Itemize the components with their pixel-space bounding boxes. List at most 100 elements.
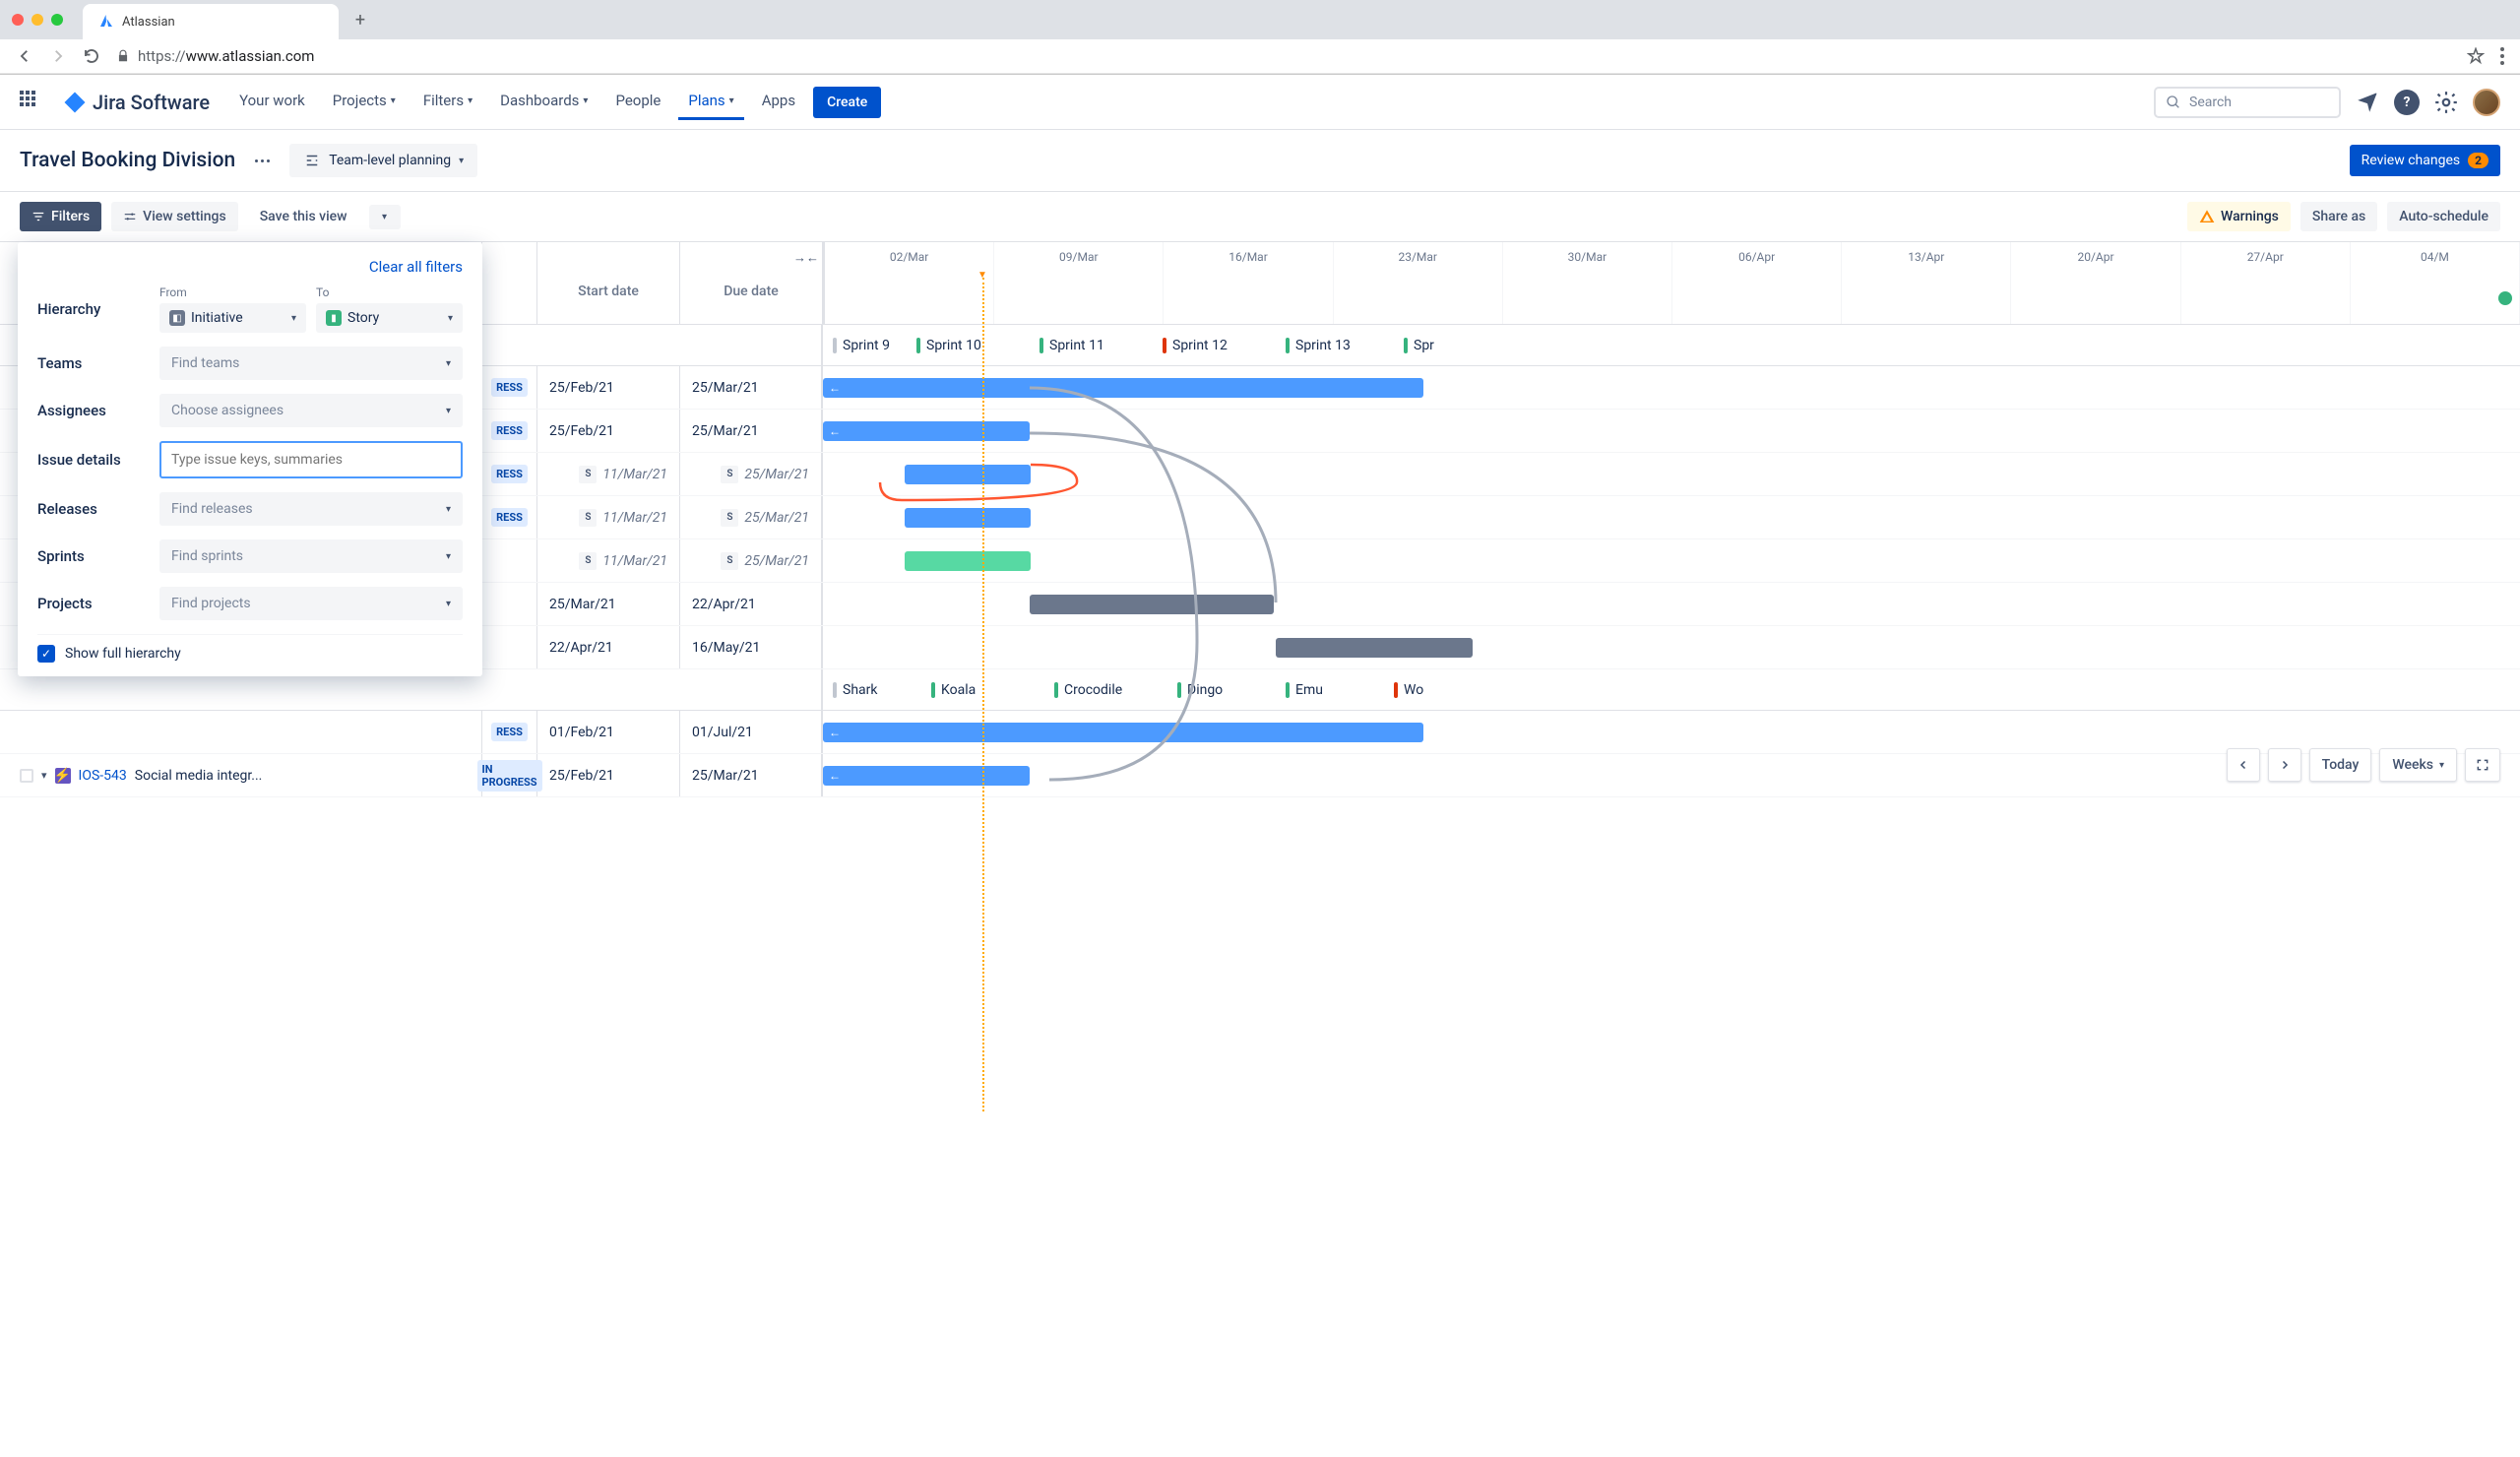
view-settings-button[interactable]: View settings	[111, 202, 238, 231]
minimize-window[interactable]	[32, 14, 43, 26]
reload-button[interactable]	[83, 47, 100, 65]
sprint-chip[interactable]: Spr	[1404, 338, 1434, 353]
show-full-hierarchy-checkbox[interactable]: ✓ Show full hierarchy	[37, 634, 463, 663]
today-button[interactable]: Today	[2309, 748, 2372, 782]
plan-view-selector[interactable]: Team-level planning ▾	[289, 144, 477, 177]
search-input[interactable]: Search	[2154, 87, 2341, 118]
help-icon[interactable]: ?	[2394, 90, 2420, 115]
fullscreen-button[interactable]	[2465, 748, 2500, 782]
nav-plans[interactable]: Plans▾	[678, 84, 743, 120]
sprint-chip[interactable]: Crocodile	[1054, 682, 1122, 698]
save-view-dropdown[interactable]: ▾	[369, 205, 401, 229]
save-view-button[interactable]: Save this view	[248, 202, 359, 231]
status-badge[interactable]: RESS	[491, 723, 528, 741]
collapse-columns-icon[interactable]: →←	[793, 250, 819, 266]
assignees-select[interactable]: Choose assignees▾	[159, 394, 463, 427]
start-date-cell[interactable]: 22/Apr/21	[537, 626, 680, 668]
sprint-chip[interactable]: Sprint 10	[916, 338, 981, 353]
status-badge[interactable]: RESS	[491, 378, 528, 397]
sprint-chip[interactable]: Dingo	[1177, 682, 1223, 698]
start-date-cell[interactable]: 01/Feb/21	[537, 711, 680, 753]
schedule-bar[interactable]: ←	[823, 421, 1030, 441]
sprint-chip[interactable]: Sprint 13	[1286, 338, 1351, 353]
notifications-icon[interactable]	[2355, 90, 2380, 115]
back-button[interactable]	[16, 47, 33, 65]
due-date-cell[interactable]: 25/Mar/21	[680, 410, 823, 452]
due-date-cell[interactable]: 25/Mar/21	[680, 366, 823, 409]
nav-projects[interactable]: Projects▾	[323, 84, 406, 120]
schedule-bar[interactable]	[905, 551, 1031, 571]
create-button[interactable]: Create	[813, 87, 881, 118]
timeline-next-button[interactable]	[2268, 748, 2301, 782]
row-checkbox[interactable]	[20, 769, 33, 783]
release-marker-icon[interactable]	[2498, 291, 2512, 305]
projects-select[interactable]: Find projects▾	[159, 587, 463, 620]
review-changes-button[interactable]: Review changes 2	[2350, 145, 2500, 176]
schedule-bar[interactable]	[905, 465, 1031, 484]
jira-logo[interactable]: Jira Software	[63, 91, 210, 114]
schedule-bar[interactable]	[905, 508, 1031, 528]
sprint-chip[interactable]: Koala	[931, 682, 976, 698]
status-badge[interactable]: RESS	[491, 465, 528, 483]
expand-icon[interactable]: ▾	[41, 769, 47, 782]
plan-actions-menu[interactable]	[251, 156, 274, 166]
browser-tab[interactable]: Atlassian	[83, 4, 339, 39]
due-date-cell[interactable]: 25/Mar/21	[680, 754, 823, 796]
scale-select[interactable]: Weeks▾	[2379, 748, 2457, 782]
forward-button[interactable]	[49, 47, 67, 65]
settings-icon[interactable]	[2433, 90, 2459, 115]
start-date-cell[interactable]: 25/Feb/21	[537, 754, 680, 796]
user-avatar[interactable]	[2473, 89, 2500, 116]
sprint-chip[interactable]: Sprint 12	[1163, 338, 1228, 353]
start-date-cell[interactable]: S11/Mar/21	[537, 539, 680, 582]
browser-menu-icon[interactable]	[2500, 47, 2504, 65]
timeline-prev-button[interactable]	[2227, 748, 2260, 782]
issue-details-input[interactable]	[159, 441, 463, 478]
filters-button[interactable]: Filters	[20, 202, 101, 231]
schedule-bar[interactable]: ←	[823, 723, 1423, 742]
due-date-cell[interactable]: S25/Mar/21	[680, 539, 823, 582]
hierarchy-from-select[interactable]: ◧ Initiative ▾	[159, 303, 306, 333]
nav-filters[interactable]: Filters▾	[413, 84, 482, 120]
hierarchy-to-select[interactable]: ▮ Story ▾	[316, 303, 463, 333]
due-date-cell[interactable]: 01/Jul/21	[680, 711, 823, 753]
app-switcher-icon[interactable]	[20, 91, 43, 114]
address-bar[interactable]: https://www.atlassian.com	[116, 47, 2451, 65]
start-date-cell[interactable]: 25/Feb/21	[537, 366, 680, 409]
due-date-cell[interactable]: 16/May/21	[680, 626, 823, 668]
status-badge[interactable]: RESS	[491, 421, 528, 440]
status-badge[interactable]: IN PROGRESS	[477, 760, 542, 792]
start-date-cell[interactable]: S11/Mar/21	[537, 496, 680, 538]
share-as-button[interactable]: Share as	[2300, 202, 2377, 231]
status-badge[interactable]: RESS	[491, 508, 528, 527]
start-date-cell[interactable]: S11/Mar/21	[537, 453, 680, 495]
start-date-cell[interactable]: 25/Mar/21	[537, 583, 680, 625]
sprints-select[interactable]: Find sprints▾	[159, 539, 463, 573]
nav-dashboards[interactable]: Dashboards▾	[490, 84, 598, 120]
due-date-cell[interactable]: S25/Mar/21	[680, 453, 823, 495]
clear-all-filters-link[interactable]: Clear all filters	[37, 258, 463, 276]
warnings-button[interactable]: Warnings	[2187, 202, 2291, 231]
sprint-chip[interactable]: Sprint 11	[1040, 338, 1104, 353]
nav-your-work[interactable]: Your work	[229, 84, 315, 120]
schedule-bar[interactable]: ←	[823, 378, 1423, 398]
schedule-bar[interactable]	[1276, 638, 1473, 658]
releases-select[interactable]: Find releases▾	[159, 492, 463, 526]
column-header-start-date[interactable]: Start date	[537, 242, 680, 324]
sprint-chip[interactable]: Shark	[833, 682, 877, 698]
close-window[interactable]	[12, 14, 24, 26]
bookmark-icon[interactable]	[2467, 47, 2485, 65]
maximize-window[interactable]	[51, 14, 63, 26]
sprint-chip[interactable]: Sprint 9	[833, 338, 890, 353]
new-tab-button[interactable]: +	[346, 6, 374, 33]
due-date-cell[interactable]: S25/Mar/21	[680, 496, 823, 538]
issue-key-link[interactable]: IOS-543	[79, 768, 127, 784]
sprint-chip[interactable]: Emu	[1286, 682, 1323, 698]
nav-people[interactable]: People	[605, 84, 670, 120]
nav-apps[interactable]: Apps	[752, 84, 805, 120]
due-date-cell[interactable]: 22/Apr/21	[680, 583, 823, 625]
auto-schedule-button[interactable]: Auto-schedule	[2387, 202, 2500, 231]
teams-select[interactable]: Find teams▾	[159, 347, 463, 380]
sprint-chip[interactable]: Wo	[1394, 682, 1423, 698]
start-date-cell[interactable]: 25/Feb/21	[537, 410, 680, 452]
